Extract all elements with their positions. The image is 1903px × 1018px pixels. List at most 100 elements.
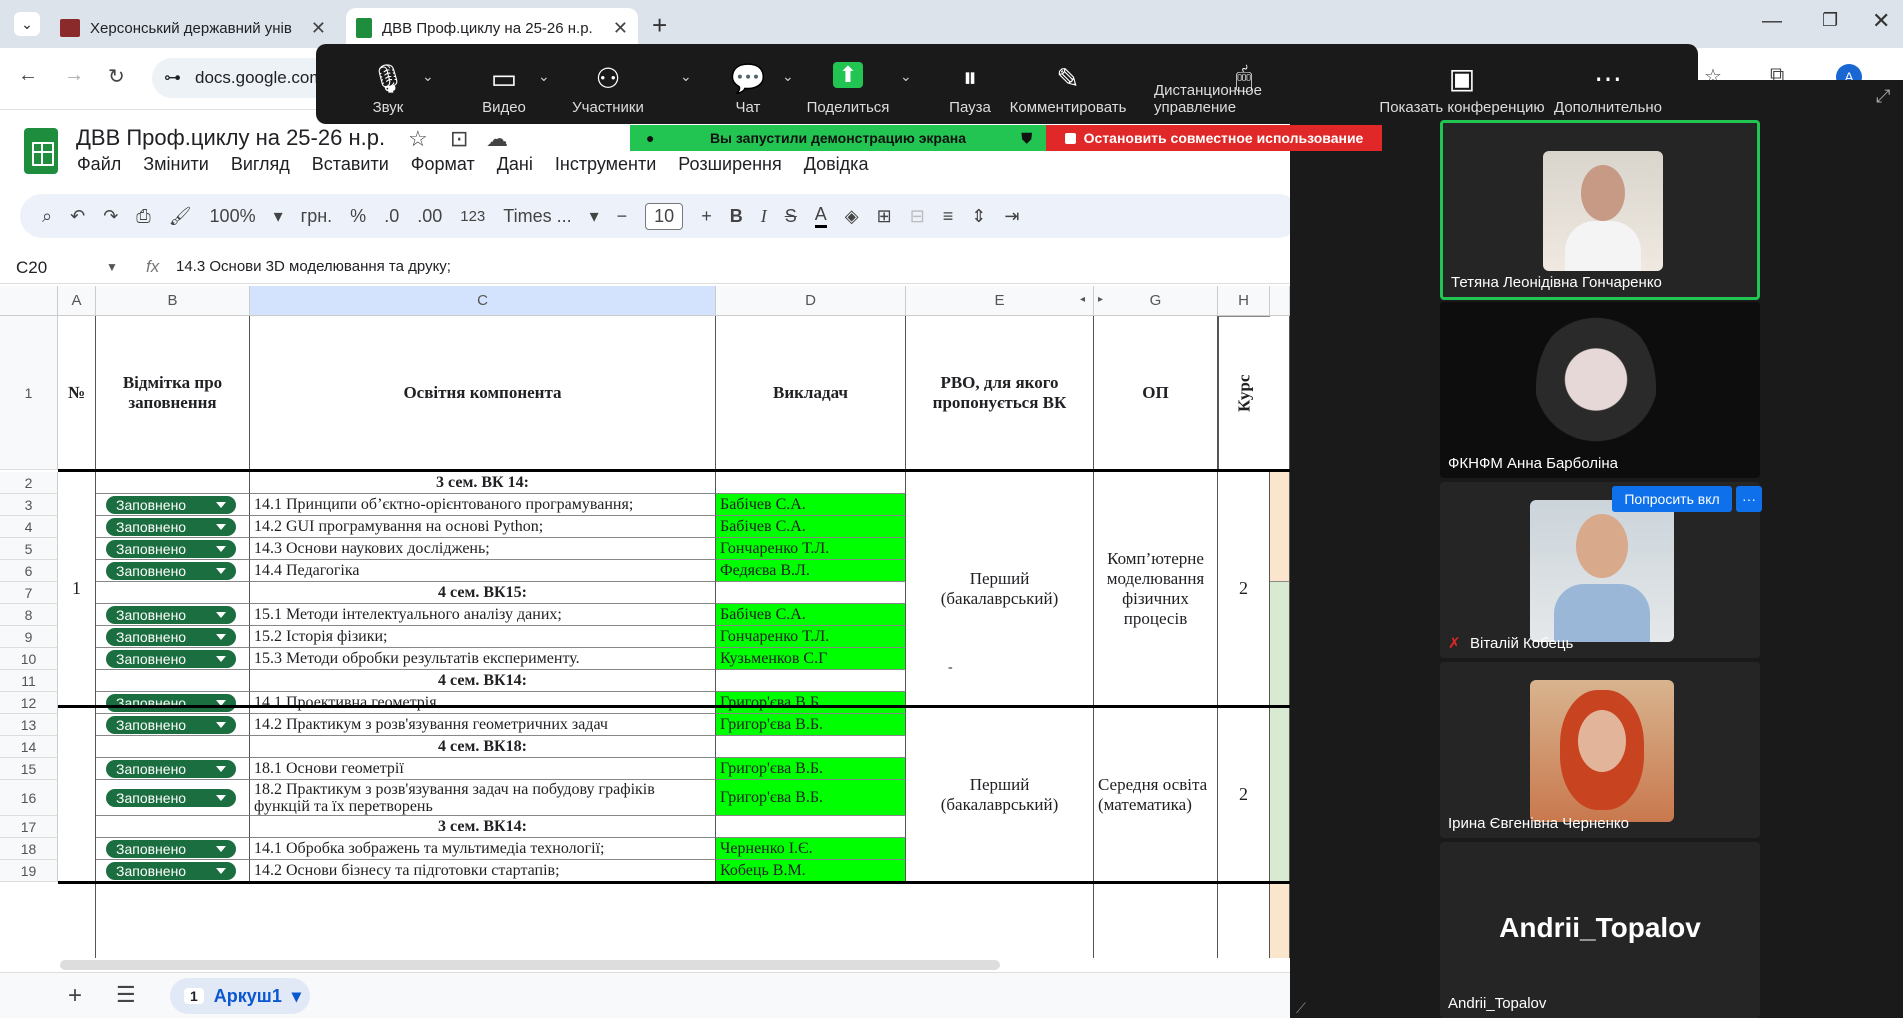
- new-tab-button[interactable]: +: [652, 10, 667, 41]
- component-cell[interactable]: 15.3 Методи обробки результатів експерим…: [250, 648, 716, 670]
- chevron-down-icon[interactable]: ⌄: [900, 68, 912, 85]
- component-cell[interactable]: 18.2 Практикум з розв'язування задач на …: [250, 780, 716, 816]
- italic-icon[interactable]: I: [761, 206, 767, 227]
- status-dropdown-chip[interactable]: Заповнено: [106, 716, 236, 734]
- video-tile[interactable]: ФКНФМ Анна Барболіна: [1440, 302, 1760, 478]
- zoom-select[interactable]: 100%: [210, 206, 256, 227]
- semester-heading-cell[interactable]: 4 сем. ВК15:: [250, 582, 716, 604]
- redo-icon[interactable]: ↷: [103, 206, 118, 227]
- horizontal-scrollbar[interactable]: [60, 960, 1000, 970]
- move-folder-icon[interactable]: ⊡: [450, 126, 468, 152]
- cell[interactable]: [1270, 708, 1290, 882]
- teacher-cell[interactable]: [716, 736, 906, 758]
- text-color-icon[interactable]: A: [814, 204, 827, 228]
- cell[interactable]: [1270, 316, 1290, 470]
- status-dropdown-chip[interactable]: Заповнено: [106, 606, 236, 624]
- semester-heading-cell[interactable]: 4 сем. ВК14:: [250, 670, 716, 692]
- zoom-control-button[interactable]: ✎ Комментировать: [1010, 44, 1127, 124]
- tab-hksu[interactable]: Херсонський державний унів ✕: [50, 8, 336, 48]
- cell[interactable]: [1270, 884, 1290, 958]
- doc-title[interactable]: ДВВ Проф.циклу на 25-26 н.р.: [76, 125, 385, 151]
- column-header-b[interactable]: B: [96, 286, 250, 316]
- zoom-control-button[interactable]: ▣ Показать конференцию: [1372, 44, 1552, 124]
- row-header[interactable]: 18: [0, 838, 58, 860]
- row-header[interactable]: 7: [0, 582, 58, 604]
- component-cell[interactable]: 14.1 Проективна геометрія: [250, 692, 716, 714]
- group-program-cell[interactable]: [1094, 884, 1218, 958]
- sheet-tab[interactable]: 1 Аркуш1 ▾: [170, 978, 310, 1014]
- status-cell[interactable]: [96, 670, 250, 692]
- component-cell[interactable]: 14.2 GUI програмування на основі Python;: [250, 516, 716, 538]
- name-box[interactable]: C20: [16, 258, 47, 278]
- group-course-cell[interactable]: [1218, 884, 1270, 958]
- menu-tools[interactable]: Інструменти: [555, 154, 656, 175]
- row-header[interactable]: 4: [0, 516, 58, 538]
- component-cell[interactable]: 15.1 Методи інтелектуального аналізу дан…: [250, 604, 716, 626]
- status-cell[interactable]: Заповнено: [96, 604, 250, 626]
- component-cell[interactable]: 14.2 Основи бізнесу та підготовки старта…: [250, 860, 716, 882]
- row-header[interactable]: 3: [0, 494, 58, 516]
- status-cell[interactable]: [96, 582, 250, 604]
- teacher-cell[interactable]: Григор'єва В.Б.: [716, 714, 906, 736]
- menu-help[interactable]: Довідка: [804, 154, 869, 175]
- component-cell[interactable]: 14.1 Обробка зображень та мультимедіа те…: [250, 838, 716, 860]
- cell[interactable]: [1270, 582, 1290, 706]
- borders-icon[interactable]: ⊞: [877, 206, 892, 227]
- status-dropdown-chip[interactable]: Заповнено: [106, 496, 236, 514]
- font-size-decrease-button[interactable]: −: [617, 206, 628, 227]
- teacher-cell[interactable]: [716, 472, 906, 494]
- hidden-column-left-arrow-icon[interactable]: ◂: [1080, 294, 1085, 305]
- header-cell-teacher[interactable]: Викладач: [716, 316, 906, 470]
- status-cell[interactable]: Заповнено: [96, 516, 250, 538]
- status-cell[interactable]: Заповнено: [96, 648, 250, 670]
- component-cell[interactable]: 14.2 Практикум з розв'язування геометрич…: [250, 714, 716, 736]
- teacher-cell[interactable]: Гончаренко Т.Л.: [716, 626, 906, 648]
- text-wrap-icon[interactable]: ⇥: [1004, 206, 1019, 227]
- menu-extensions[interactable]: Розширення: [678, 154, 781, 175]
- row-header[interactable]: 10: [0, 648, 58, 670]
- row-header[interactable]: 1: [0, 316, 58, 470]
- zoom-control-button[interactable]: ⬆ Поделиться: [800, 44, 896, 124]
- menu-format[interactable]: Формат: [411, 154, 475, 175]
- status-dropdown-chip[interactable]: Заповнено: [106, 840, 236, 858]
- teacher-cell[interactable]: Гончаренко Т.Л.: [716, 538, 906, 560]
- status-cell[interactable]: Заповнено: [96, 860, 250, 882]
- status-cell[interactable]: Заповнено: [96, 494, 250, 516]
- select-all-corner[interactable]: [0, 286, 58, 316]
- font-select[interactable]: Times ...: [503, 206, 571, 227]
- group-number-cell[interactable]: [58, 884, 96, 958]
- status-dropdown-chip[interactable]: Заповнено: [106, 789, 236, 807]
- font-size-input[interactable]: 10: [645, 202, 684, 230]
- header-cell-course[interactable]: Курс: [1218, 316, 1270, 470]
- reload-icon[interactable]: ↻: [108, 64, 125, 89]
- sheets-logo-icon[interactable]: [24, 128, 58, 174]
- maximize-button[interactable]: ❐: [1822, 10, 1838, 31]
- font-size-increase-button[interactable]: +: [701, 206, 712, 227]
- status-dropdown-chip[interactable]: Заповнено: [106, 650, 236, 668]
- status-dropdown-chip[interactable]: Заповнено: [106, 628, 236, 646]
- chevron-down-icon[interactable]: ⌄: [782, 68, 794, 85]
- bold-icon[interactable]: B: [730, 206, 743, 227]
- row-header[interactable]: 17: [0, 816, 58, 838]
- column-header-d[interactable]: D: [716, 286, 906, 316]
- teacher-cell[interactable]: Григор'єва В.Б.: [716, 780, 906, 816]
- status-dropdown-chip[interactable]: Заповнено: [106, 760, 236, 778]
- status-cell[interactable]: Заповнено: [96, 692, 250, 714]
- align-left-icon[interactable]: ≡: [943, 206, 954, 227]
- spreadsheet-grid[interactable]: A B C D E G H ◂ ▸ 1 № Відмітка про запов…: [0, 286, 1290, 958]
- column-header-e[interactable]: E: [906, 286, 1094, 316]
- chevron-down-icon[interactable]: ▾: [292, 986, 301, 1007]
- column-header-h[interactable]: H: [1218, 286, 1270, 316]
- semester-heading-cell[interactable]: 4 сем. ВК18:: [250, 736, 716, 758]
- column-header-g[interactable]: G: [1094, 286, 1218, 316]
- teacher-cell[interactable]: Черненко І.Є.: [716, 838, 906, 860]
- teacher-cell[interactable]: [716, 582, 906, 604]
- teacher-cell[interactable]: Кобець В.М.: [716, 860, 906, 882]
- status-dropdown-chip[interactable]: Заповнено: [106, 862, 236, 880]
- status-cell[interactable]: Заповнено: [96, 538, 250, 560]
- chevron-down-icon[interactable]: ⌄: [422, 68, 434, 85]
- teacher-cell[interactable]: Григор'єва В.Б.: [716, 692, 906, 714]
- group-program-cell[interactable]: Середня освіта (математика): [1094, 708, 1218, 882]
- menu-edit[interactable]: Змінити: [143, 154, 209, 175]
- status-dropdown-chip[interactable]: Заповнено: [106, 518, 236, 536]
